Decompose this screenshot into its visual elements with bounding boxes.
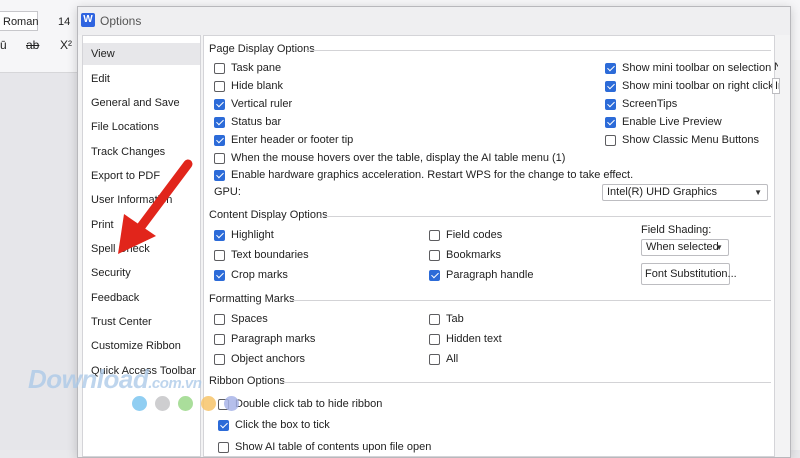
option-screentips[interactable]: ScreenTips bbox=[605, 96, 677, 112]
checkbox-checked[interactable] bbox=[218, 419, 229, 431]
option-status-bar[interactable]: Status bar bbox=[214, 114, 281, 130]
checkbox-checked[interactable] bbox=[605, 80, 616, 92]
watermark-dot bbox=[155, 396, 170, 411]
option-ai-table-of-contents[interactable]: Show AI table of contents upon file open bbox=[218, 439, 431, 455]
section-divider bbox=[306, 50, 771, 51]
red-annotation-arrow-icon bbox=[118, 159, 193, 254]
checkbox-checked[interactable] bbox=[214, 169, 225, 181]
field-shading-label: Field Shading: bbox=[641, 224, 712, 236]
checkbox-checked[interactable] bbox=[214, 116, 225, 128]
chevron-down-icon: ▼ bbox=[754, 188, 762, 197]
content-display-section-title: Content Display Options bbox=[209, 209, 328, 221]
option-click-box-to-tick[interactable]: Click the box to tick bbox=[218, 417, 330, 433]
option-highlight[interactable]: Highlight bbox=[214, 227, 274, 243]
navigation-dropdown[interactable]: Nav bbox=[772, 60, 778, 76]
option-bookmarks[interactable]: Bookmarks bbox=[429, 247, 501, 263]
watermark-dot bbox=[224, 396, 239, 411]
checkbox-checked[interactable] bbox=[429, 269, 440, 281]
field-shading-select[interactable]: When selected ▼ bbox=[641, 239, 729, 256]
option-spaces[interactable]: Spaces bbox=[214, 311, 268, 327]
strikethrough-icon[interactable]: ab bbox=[26, 38, 39, 52]
section-divider bbox=[282, 382, 771, 383]
checkbox[interactable] bbox=[214, 353, 225, 365]
checkbox[interactable] bbox=[214, 249, 225, 261]
chevron-down-icon: ▼ bbox=[715, 243, 723, 252]
checkbox-checked[interactable] bbox=[605, 98, 616, 110]
sidebar-item-trust-center[interactable]: Trust Center bbox=[83, 311, 200, 333]
sidebar-item-feedback[interactable]: Feedback bbox=[83, 287, 200, 309]
superscript-icon[interactable]: X² bbox=[60, 38, 72, 52]
sidebar-item-customize-ribbon[interactable]: Customize Ribbon bbox=[83, 335, 200, 357]
sidebar-item-view[interactable]: View bbox=[83, 43, 200, 65]
wps-writer-icon: W bbox=[81, 13, 95, 27]
option-hidden-text[interactable]: Hidden text bbox=[429, 331, 502, 347]
checkbox[interactable] bbox=[214, 62, 225, 74]
checkbox[interactable] bbox=[429, 333, 440, 345]
option-all[interactable]: All bbox=[429, 351, 458, 367]
option-mini-toolbar-right-click[interactable]: Show mini toolbar on right click bbox=[605, 78, 774, 94]
underline-icon[interactable]: ū bbox=[0, 38, 7, 52]
page-display-section-title: Page Display Options bbox=[209, 43, 315, 55]
option-field-codes[interactable]: Field codes bbox=[429, 227, 502, 243]
sidebar-item-edit[interactable]: Edit bbox=[83, 68, 200, 90]
option-paragraph-handle[interactable]: Paragraph handle bbox=[429, 267, 533, 283]
view-options-panel: Page Display Options Task pane Hide blan… bbox=[203, 35, 780, 457]
dialog-title: Options bbox=[100, 14, 142, 28]
option-object-anchors[interactable]: Object anchors bbox=[214, 351, 305, 367]
checkbox[interactable] bbox=[214, 152, 225, 164]
section-divider bbox=[292, 300, 771, 301]
sidebar-item-general-and-save[interactable]: General and Save bbox=[83, 92, 200, 114]
gpu-label: GPU: bbox=[214, 186, 241, 198]
invoke-dropdown[interactable]: Inv bbox=[772, 78, 780, 94]
checkbox[interactable] bbox=[218, 441, 229, 453]
ribbon-options-section-title: Ribbon Options bbox=[209, 375, 285, 387]
checkbox[interactable] bbox=[214, 80, 225, 92]
section-divider bbox=[321, 216, 771, 217]
option-crop-marks[interactable]: Crop marks bbox=[214, 267, 288, 283]
checkbox[interactable] bbox=[605, 134, 616, 146]
font-substitution-button[interactable]: Font Substitution... bbox=[641, 263, 737, 285]
option-mini-toolbar-selection[interactable]: Show mini toolbar on selection bbox=[605, 60, 771, 76]
option-header-footer-tip[interactable]: Enter header or footer tip bbox=[214, 132, 353, 148]
font-name-box[interactable]: Roman bbox=[0, 11, 38, 31]
option-vertical-ruler[interactable]: Vertical ruler bbox=[214, 96, 292, 112]
checkbox[interactable] bbox=[429, 313, 440, 325]
option-task-pane[interactable]: Task pane bbox=[214, 60, 281, 76]
option-paragraph-marks[interactable]: Paragraph marks bbox=[214, 331, 315, 347]
watermark-dot bbox=[178, 396, 193, 411]
option-double-click-tab[interactable]: Double click tab to hide ribbon bbox=[218, 396, 382, 412]
option-live-preview[interactable]: Enable Live Preview bbox=[605, 114, 722, 130]
font-size-box[interactable]: 14 bbox=[58, 16, 70, 28]
option-tab[interactable]: Tab bbox=[429, 311, 464, 327]
option-hide-blank[interactable]: Hide blank bbox=[214, 78, 283, 94]
checkbox[interactable] bbox=[429, 229, 440, 241]
formatting-marks-section-title: Formatting Marks bbox=[209, 293, 295, 305]
option-text-boundaries[interactable]: Text boundaries bbox=[214, 247, 309, 263]
checkbox-checked[interactable] bbox=[214, 134, 225, 146]
checkbox[interactable] bbox=[429, 353, 440, 365]
checkbox-checked[interactable] bbox=[214, 269, 225, 281]
watermark-dot bbox=[132, 396, 147, 411]
checkbox-checked[interactable] bbox=[605, 116, 616, 128]
option-ai-table-menu[interactable]: When the mouse hovers over the table, di… bbox=[214, 150, 565, 166]
checkbox[interactable] bbox=[429, 249, 440, 261]
checkbox-checked[interactable] bbox=[214, 229, 225, 241]
option-classic-menu-buttons[interactable]: Show Classic Menu Buttons bbox=[605, 132, 759, 148]
watermark-dot bbox=[201, 396, 216, 411]
dialog-titlebar: W Options bbox=[78, 7, 790, 35]
checkbox-checked[interactable] bbox=[214, 98, 225, 110]
option-hardware-acceleration[interactable]: Enable hardware graphics acceleration. R… bbox=[214, 167, 633, 183]
gpu-select[interactable]: Intel(R) UHD Graphics ▼ bbox=[602, 184, 768, 201]
sidebar-item-security[interactable]: Security bbox=[83, 262, 200, 284]
checkbox-checked[interactable] bbox=[605, 62, 616, 74]
checkbox[interactable] bbox=[214, 313, 225, 325]
sidebar-item-file-locations[interactable]: File Locations bbox=[83, 116, 200, 138]
download-watermark-logo: Download.com.vn bbox=[28, 364, 202, 394]
checkbox[interactable] bbox=[214, 333, 225, 345]
